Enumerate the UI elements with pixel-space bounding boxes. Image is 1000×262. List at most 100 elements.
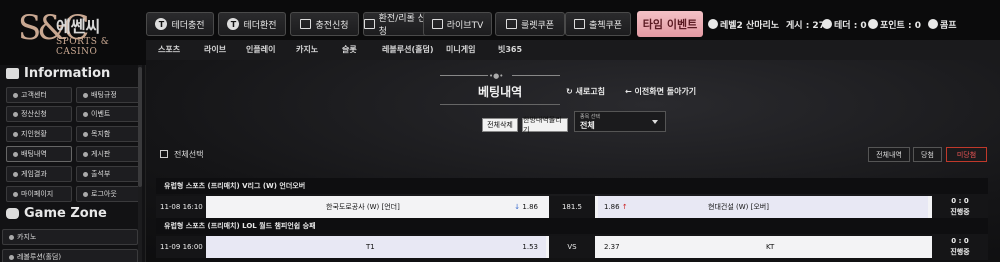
- power-icon: [83, 191, 88, 197]
- bet-result: 0 : 0 진행중: [932, 194, 988, 220]
- live-tv-button[interactable]: 라이브TV: [423, 12, 492, 36]
- away-team-name: KT: [766, 243, 775, 251]
- coupon-icon: [505, 19, 517, 29]
- bet-header: 유럽형 스포츠 (프리매치) V리그 (W) 언더오버: [156, 178, 988, 194]
- sidebar: Information 고객센터 배팅규정 정산신청 이벤트 지인현황 목지함 …: [0, 65, 146, 262]
- refresh-button[interactable]: ↻ 새로고침: [566, 86, 605, 97]
- sidebar-mypage[interactable]: 마이페이지: [6, 186, 72, 202]
- board-icon: [83, 151, 88, 157]
- scrollbar-thumb[interactable]: [138, 67, 142, 187]
- rules-icon: [83, 92, 88, 98]
- select-all-label: 전체선택: [174, 150, 204, 159]
- sidebar-item-label: 로그아웃: [91, 190, 117, 198]
- gamezone-title: Game Zone: [6, 206, 107, 221]
- bet-row: 11-08 16:10 한국도로공사 (W) [언더] ↓ 1.86 181.5…: [156, 194, 988, 220]
- tether-withdraw-button[interactable]: T 테더환전: [218, 12, 286, 36]
- sidebar-customer-center[interactable]: 고객센터: [6, 87, 72, 103]
- exchange-icon: [364, 19, 375, 29]
- sidebar-settlement[interactable]: 정산신청: [6, 106, 72, 122]
- nav-minigame[interactable]: 미니게임: [446, 44, 475, 55]
- gamepad-icon: [6, 208, 19, 219]
- filter-win-button[interactable]: 당첨: [913, 147, 942, 162]
- top-bar: T 테더충전 T 테더환전 충전신청 환전/리롤 신청 라이브TV 룰렛쿠폰 출첵쿠…: [146, 0, 1000, 40]
- arrow-up-icon: ↑: [621, 203, 628, 211]
- ticket-icon: [573, 19, 585, 29]
- tv-icon: [431, 19, 443, 29]
- nav-bet365[interactable]: 빗365: [498, 44, 522, 55]
- filter-lose-button[interactable]: 미당첨: [946, 147, 987, 162]
- sidebar-item-label: 고객센터: [21, 91, 47, 99]
- chevron-down-icon: [652, 120, 658, 124]
- button-label: 출첵쿠폰: [588, 20, 623, 31]
- logo-korean-name: 에쎈씨: [56, 17, 101, 36]
- sidebar-attendance[interactable]: 출석부: [76, 166, 142, 182]
- sidebar-casino[interactable]: 카지노: [2, 229, 138, 245]
- home-team-name: T1: [366, 243, 375, 251]
- settlement-icon: [13, 111, 18, 117]
- sidebar-betting-history[interactable]: 배팅내역: [6, 146, 72, 162]
- nav-live[interactable]: 라이브: [204, 44, 226, 55]
- bet-score: 0 : 0: [951, 197, 969, 205]
- nav-sports[interactable]: 스포츠: [158, 44, 180, 55]
- filter-all-button[interactable]: 전체내역: [868, 147, 910, 162]
- away-team: 1.86 ↑ 현대건설 (W) [오버]: [598, 196, 928, 218]
- user-level[interactable]: 레벨2 산마리노: [708, 18, 779, 31]
- away-odds: 2.37: [604, 243, 620, 251]
- sidebar-referral[interactable]: 지인현황: [6, 126, 72, 142]
- sidebar-board[interactable]: 게시판: [76, 146, 142, 162]
- home-team: T1 1.53: [206, 236, 546, 258]
- sport-select[interactable]: 종목 선택 전체: [574, 111, 666, 132]
- sidebar-revolution[interactable]: 레볼루션(홀덤): [2, 249, 138, 262]
- tether-icon: T: [155, 18, 168, 30]
- sidebar-item-label: 출석부: [91, 170, 111, 178]
- sidebar-mailbox[interactable]: 목지함: [76, 126, 142, 142]
- bet-header: 유럽형 스포츠 (프리매치) LOL 월드 챔피언쉽 승패: [156, 218, 988, 234]
- away-team: 2.37 KT: [598, 236, 928, 258]
- sidebar-item-label: 게임결과: [21, 170, 47, 178]
- sidebar-game-results[interactable]: 게임결과: [6, 166, 72, 182]
- button-label: 테더환전: [243, 20, 277, 31]
- sidebar-logout[interactable]: 로그아웃: [76, 186, 142, 202]
- mail-icon: [83, 131, 88, 137]
- nav-revolution[interactable]: 레볼루션(홀덤): [382, 44, 433, 55]
- nav-casino[interactable]: 카지노: [296, 44, 318, 55]
- bet-status: 진행중: [950, 248, 970, 256]
- nav-inplay[interactable]: 인플레이: [246, 44, 275, 55]
- comp-link[interactable]: 콤프: [928, 18, 957, 31]
- sidebar-item-label: 배팅내역: [21, 150, 47, 158]
- nav-slot[interactable]: 슬롯: [342, 44, 357, 55]
- sidebar-item-label: 지인현황: [21, 130, 47, 138]
- page-title: 베팅내역: [478, 85, 523, 99]
- people-icon: [13, 131, 18, 137]
- sidebar-item-label: 배팅규정: [91, 91, 117, 99]
- tether-deposit-button[interactable]: T 테더충전: [146, 12, 214, 36]
- roulette-coupon-button[interactable]: 룰렛쿠폰: [495, 12, 565, 36]
- home-team: 한국도로공사 (W) [언더] ↓ 1.86: [206, 196, 546, 218]
- time-event-button[interactable]: 타임 이벤트: [637, 11, 703, 37]
- sidebar-betting-rules[interactable]: 배팅규정: [76, 87, 142, 103]
- gamezone-title-text: Game Zone: [24, 206, 107, 221]
- gift-icon: [83, 111, 88, 117]
- select-all-checkbox[interactable]: [160, 150, 168, 158]
- comp-icon: [928, 19, 938, 29]
- delete-all-button[interactable]: 전체삭제: [482, 118, 518, 132]
- points-icon: [868, 19, 878, 29]
- deposit-request-button[interactable]: 충전신청: [290, 12, 359, 36]
- go-back-button[interactable]: ← 이전화면 돌아가기: [625, 86, 696, 97]
- attendance-coupon-button[interactable]: 출첵쿠폰: [565, 12, 631, 36]
- upload-ticket-button[interactable]: 한방내역올리기: [522, 116, 568, 134]
- away-odds: 1.86: [604, 203, 620, 211]
- logo-english-name: SPORTS & CASINO: [56, 37, 110, 57]
- sidebar-event[interactable]: 이벤트: [76, 106, 142, 122]
- brand-logo[interactable]: S&C 에쎈씨 SPORTS & CASINO: [0, 0, 146, 65]
- user-points-text: 포인트 : 0: [880, 21, 921, 31]
- comp-text: 콤프: [940, 21, 957, 31]
- sidebar-scrollbar[interactable]: [138, 65, 142, 262]
- bet-status: 진행중: [950, 208, 970, 216]
- bet-time: 11-08 16:10: [156, 196, 206, 218]
- sidebar-item-label: 게시판: [91, 150, 111, 158]
- bet-score: 0 : 0: [951, 237, 969, 245]
- sport-select-value: 전체: [580, 121, 595, 130]
- trophy-icon: [13, 171, 18, 177]
- home-team-name: 한국도로공사 (W) [언더]: [326, 203, 400, 211]
